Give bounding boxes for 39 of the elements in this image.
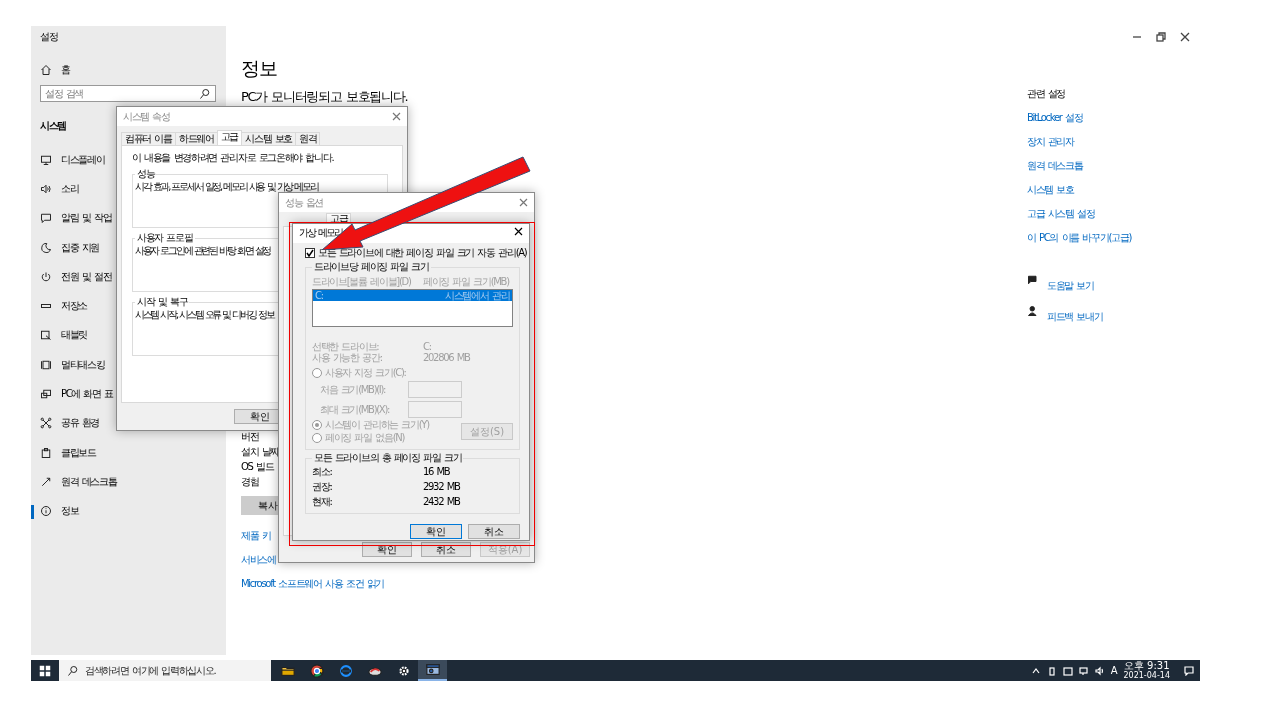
spec-label: 버전 [241, 431, 259, 443]
group-description: 사용자 로그인에 관련된 바탕 화면 설정 [135, 245, 271, 257]
total-value: 2932 MB [423, 481, 461, 493]
dialog-title: 시스템 속성 [123, 110, 170, 123]
spec-label: OS 빌드 [241, 461, 274, 473]
total-value: 16 MB [423, 466, 451, 478]
section-heading: 관련 설정 [1027, 88, 1066, 100]
total-value: 2432 MB [423, 496, 461, 508]
group-title: 모든 드라이브의 총 페이징 파일 크기 [312, 452, 464, 464]
group-title: 성능 [135, 168, 157, 180]
window-title: 설정 [40, 31, 59, 43]
section-heading: 시스템 [40, 120, 67, 132]
field-label: 최대 크기(MB)(X): [320, 403, 391, 416]
total-label: 권장: [312, 481, 333, 493]
spec-label: 설치 날짜 [241, 446, 280, 458]
radio-label: 사용자 지정 크기(C): [325, 367, 406, 379]
total-label: 현재: [312, 496, 333, 508]
page-heading: 정보 [241, 57, 277, 79]
radio-label: 페이징 파일 없음(N) [325, 432, 405, 444]
field-label: 처음 크기(MB)(I): [320, 383, 387, 396]
info-value: C: [423, 341, 432, 352]
dialog-title: 성능 옵션 [285, 196, 324, 209]
group-description: 시스템 시작, 시스템 오류 및 디버깅 정보 [135, 309, 274, 321]
dialog-title: 가상 메모리 [299, 227, 342, 239]
group-description: 시각 효과, 프로세서 일정, 메모리 사용 및 가상 메모리 [135, 181, 318, 193]
spec-label: 경험 [241, 476, 259, 488]
group-title: 사용자 프로필 [135, 232, 195, 244]
group-title: 드라이브당 페이징 파일 크기 [312, 261, 431, 273]
notice-text: 이 내용을 변경하려면 관리자로 로그온해야 합니다. [132, 152, 335, 164]
group-title: 시작 및 복구 [135, 296, 190, 308]
radio-label: 시스템이 관리하는 크기(Y) [325, 419, 429, 431]
total-label: 최소: [312, 466, 333, 478]
checkbox-label: 모든 드라이브에 대한 페이징 파일 크기 자동 관리(A) [318, 247, 527, 259]
status-text: PC가 모니터링되고 보호됩니다. [241, 89, 408, 105]
info-label: 사용 가능한 공간: [312, 352, 383, 363]
info-label: 선택한 드라이브: [312, 341, 380, 352]
info-value: 202806 MB [423, 352, 471, 363]
column-header: 드라이브[볼륨 레이블](D) [312, 276, 412, 288]
column-header: 페이징 파일 크기(MB) [423, 276, 511, 288]
